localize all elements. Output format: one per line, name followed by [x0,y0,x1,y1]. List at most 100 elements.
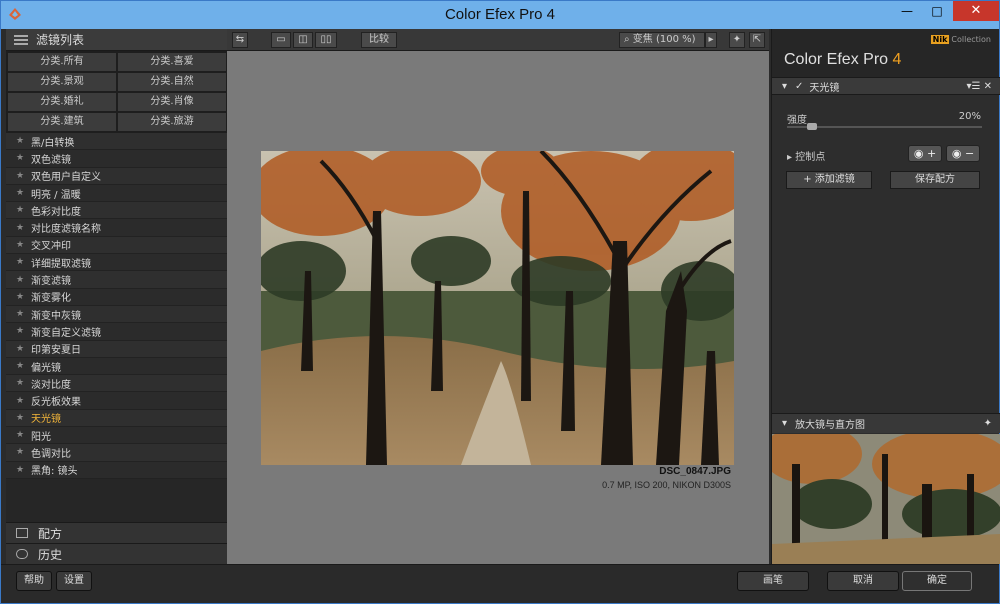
add-filter-button[interactable]: + 添加滤镜 [786,171,872,189]
favorite-star-icon[interactable]: ★ [16,309,31,319]
filter-item[interactable]: ★ 偏光镜 [6,357,227,376]
favorite-star-icon[interactable]: ★ [16,171,31,181]
favorite-star-icon[interactable]: ★ [16,413,31,423]
favorite-star-icon[interactable]: ★ [16,447,31,457]
favorite-star-icon[interactable]: ★ [16,361,31,371]
filter-item[interactable]: ★ 淡对比度 [6,375,227,393]
filter-list-header[interactable]: 滤镜列表 [6,29,227,51]
favorite-star-icon[interactable]: ★ [16,465,31,475]
close-button[interactable]: ✕ [953,1,999,21]
recipes-section[interactable]: 配方 [6,522,227,543]
favorite-star-icon[interactable]: ★ [16,396,31,406]
favorite-star-icon[interactable]: ★ [16,153,31,163]
strength-slider-handle[interactable] [806,123,817,130]
remove-control-point-button[interactable]: ◉ − [946,145,980,162]
title-bar: Color Efex Pro 4 — □ ✕ [1,1,999,29]
cancel-button[interactable]: 取消 [827,571,899,591]
strength-label: 强度 [787,115,807,126]
loupe-image [772,434,1000,564]
filter-item-label: 淡对比度 [31,379,71,391]
favorite-star-icon[interactable]: ★ [16,378,31,388]
filter-item[interactable]: ★ 详细提取滤镜 [6,254,227,272]
nik-collection-text: Collection [951,35,991,44]
category-all[interactable]: 分类.所有 [8,53,116,71]
favorite-star-icon[interactable]: ★ [16,292,31,302]
active-filter-header[interactable]: ▾ ✓ 天光镜 ▾☰ ✕ [772,77,1000,95]
filter-item[interactable]: ★ 黑角: 镜头 [6,461,227,479]
favorite-star-icon[interactable]: ★ [16,136,31,146]
split-view-icon[interactable]: ◫ [293,32,313,48]
preview-photo [261,151,734,465]
filter-item[interactable]: ★ 双色用户自定义 [6,167,227,185]
filter-item-label: 对比度滤镜名称 [31,224,101,236]
filter-item-label: 交叉冲印 [31,241,71,253]
category-favorites[interactable]: 分类.喜爱 [118,53,226,71]
filter-item[interactable]: ★ 渐变滤镜 [6,271,227,289]
background-toggle-icon[interactable]: ✦ [729,32,745,48]
favorite-star-icon[interactable]: ★ [16,344,31,354]
favorite-star-icon[interactable]: ★ [16,275,31,285]
pin-icon[interactable]: ✦ [984,418,992,429]
filter-item[interactable]: ★ 黑/白转换 [6,133,227,151]
filter-item[interactable]: ★ 明亮 / 温暖 [6,184,227,203]
loupe-header[interactable]: ▾ 放大镜与直方图 ✦ [772,413,1000,433]
controls-panel: Nik Collection Color Efex Pro 4 ▾ ✓ 天光镜 ▾… [771,29,1000,564]
ok-button[interactable]: 确定 [902,571,972,591]
help-button[interactable]: 帮助 [16,571,52,591]
filter-item[interactable]: ★ 双色滤镜 [6,150,227,168]
filter-item-label: 双色滤镜 [31,154,71,166]
maximize-button[interactable]: □ [922,1,952,21]
zoom-arrow-icon[interactable]: ▸ [705,32,717,48]
filter-menu-icon[interactable]: ▾☰ ✕ [966,81,992,92]
control-points-label[interactable]: ▸ 控制点 [787,148,825,163]
nik-logo: Nik Collection [930,35,991,44]
filter-item[interactable]: ★ 反光板效果 [6,392,227,410]
favorite-star-icon[interactable]: ★ [16,188,31,198]
brand-header: Nik Collection Color Efex Pro 4 [772,29,999,77]
filter-item[interactable]: ★ 交叉冲印 [6,236,227,255]
minimize-button[interactable]: — [892,1,922,21]
strength-value: 20% [958,111,981,122]
filter-item[interactable]: ★ 印第安夏日 [6,340,227,358]
category-travel[interactable]: 分类.旅游 [118,113,226,131]
side-by-side-view-icon[interactable]: ▯▯ [315,32,337,48]
add-control-point-button[interactable]: ◉ + [908,145,942,162]
strength-slider[interactable] [787,123,982,130]
recipes-label: 配方 [38,526,63,541]
category-nature[interactable]: 分类.自然 [118,73,226,91]
filter-item[interactable]: ★ 渐变中灰镜 [6,305,227,324]
category-landscape[interactable]: 分类.景观 [8,73,116,91]
category-portrait[interactable]: 分类.肖像 [118,93,226,111]
panel-toggle-icon[interactable]: ⇆ [232,32,248,48]
filter-item[interactable]: ★ 阳光 [6,427,227,445]
settings-button[interactable]: 设置 [56,571,92,591]
filter-item-label: 黑/白转换 [31,137,75,149]
favorite-star-icon[interactable]: ★ [16,326,31,336]
collapse-arrow-icon[interactable]: ▾ [782,81,787,92]
filter-list: ★ 黑/白转换 ★ 双色滤镜 ★ 双色用户自定义 ★ 明亮 / 温暖 ★ 色彩对比度 ★ 对比度滤镜名… [6,133,227,479]
favorite-star-icon[interactable]: ★ [16,223,31,233]
app-window: Color Efex Pro 4 — □ ✕ 滤镜列表 分类.所有 分类.喜爱 … [0,0,1000,604]
filter-item[interactable]: ★ 对比度滤镜名称 [6,219,227,237]
filter-item[interactable]: ★ 渐变雾化 [6,288,227,306]
brush-button[interactable]: 画笔 [737,571,809,591]
single-view-icon[interactable]: ▭ [271,32,291,48]
compare-button[interactable]: 比较 [361,32,397,48]
fullscreen-icon[interactable]: ⇱ [749,32,765,48]
favorite-star-icon[interactable]: ★ [16,430,31,440]
favorite-star-icon[interactable]: ★ [16,257,31,267]
zoom-dropdown[interactable]: ⌕ 变焦 (100 %) [619,32,705,48]
favorite-star-icon[interactable]: ★ [16,205,31,215]
filter-item-label: 反光板效果 [31,397,81,409]
filter-item[interactable]: ★ 天光镜 [6,409,227,428]
filter-item[interactable]: ★ 色彩对比度 [6,202,227,220]
history-section[interactable]: 历史 [6,543,227,564]
filter-item[interactable]: ★ 色调对比 [6,444,227,462]
favorite-star-icon[interactable]: ★ [16,240,31,250]
category-architecture[interactable]: 分类.建筑 [8,113,116,131]
control-points-text: 控制点 [795,152,826,163]
filter-item[interactable]: ★ 渐变自定义滤镜 [6,323,227,341]
save-recipe-button[interactable]: 保存配方 [890,171,980,189]
category-wedding[interactable]: 分类.婚礼 [8,93,116,111]
filter-enable-checkbox[interactable]: ✓ [795,81,803,92]
